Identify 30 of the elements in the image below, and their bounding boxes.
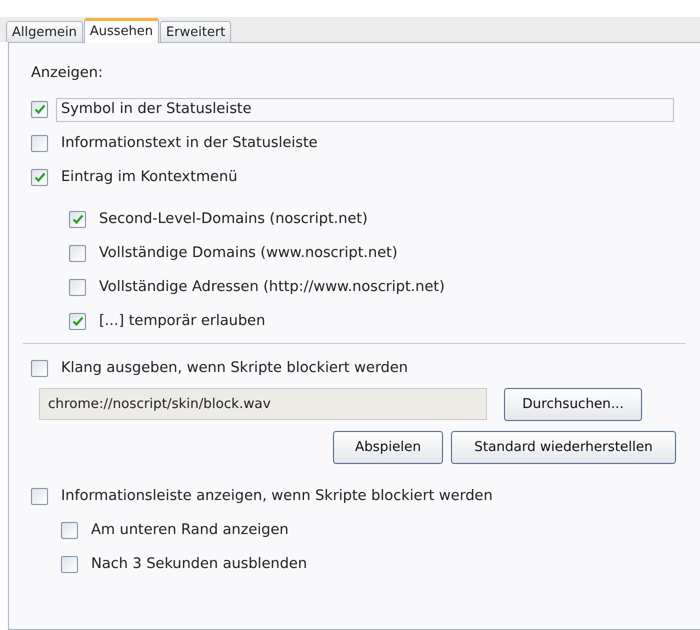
checkbox[interactable] [61, 522, 78, 540]
checkbox[interactable] [69, 245, 86, 262]
checkbox-label: Vollständige Domains (www.noscript.net) [98, 244, 398, 263]
checkbox-label: Symbol in der Statusleiste [56, 98, 674, 122]
checkbox-label: Klang ausgeben, wenn Skripte blockiert werden [60, 358, 409, 378]
checkbox[interactable] [31, 101, 48, 118]
checkbox-label: [...] temporär erlauben [98, 312, 266, 331]
checkbox-label: Informationsleiste anzeigen, wenn Skripte blockiert werden [60, 486, 494, 506]
tab[interactable]: Aussehen [84, 18, 160, 43]
checkbox-label: Nach 3 Sekunden ausblenden [90, 554, 308, 574]
section-label: Anzeigen: [31, 64, 103, 83]
checkbox[interactable] [31, 488, 48, 506]
checkbox[interactable] [31, 135, 48, 152]
checkbox-label: Vollständige Adressen (http://www.noscript.net) [98, 278, 446, 297]
browse-button[interactable]: Durchsuchen... [504, 388, 642, 421]
checkbox-label: Eintrag im Kontextmenü [60, 168, 238, 187]
tab[interactable]: Allgemein [6, 21, 83, 42]
restore-default-button[interactable]: Standard wiederherstellen [451, 430, 676, 464]
checkbox[interactable] [31, 360, 48, 378]
checkbox[interactable] [69, 279, 86, 296]
file-path-field[interactable]: chrome://noscript/skin/block.wav [39, 388, 487, 420]
checkbox[interactable] [61, 556, 78, 574]
checkbox-label: Informationstext in der Statusleiste [60, 134, 319, 153]
checkbox[interactable] [69, 313, 86, 330]
play-button[interactable]: Abspielen [333, 430, 443, 464]
checkbox[interactable] [31, 169, 48, 186]
tab[interactable]: Erweitert [160, 21, 232, 42]
checkbox[interactable] [69, 211, 86, 228]
checkbox-label: Second-Level-Domains (noscript.net) [98, 210, 369, 229]
checkbox-label: Am unteren Rand anzeigen [90, 520, 290, 540]
